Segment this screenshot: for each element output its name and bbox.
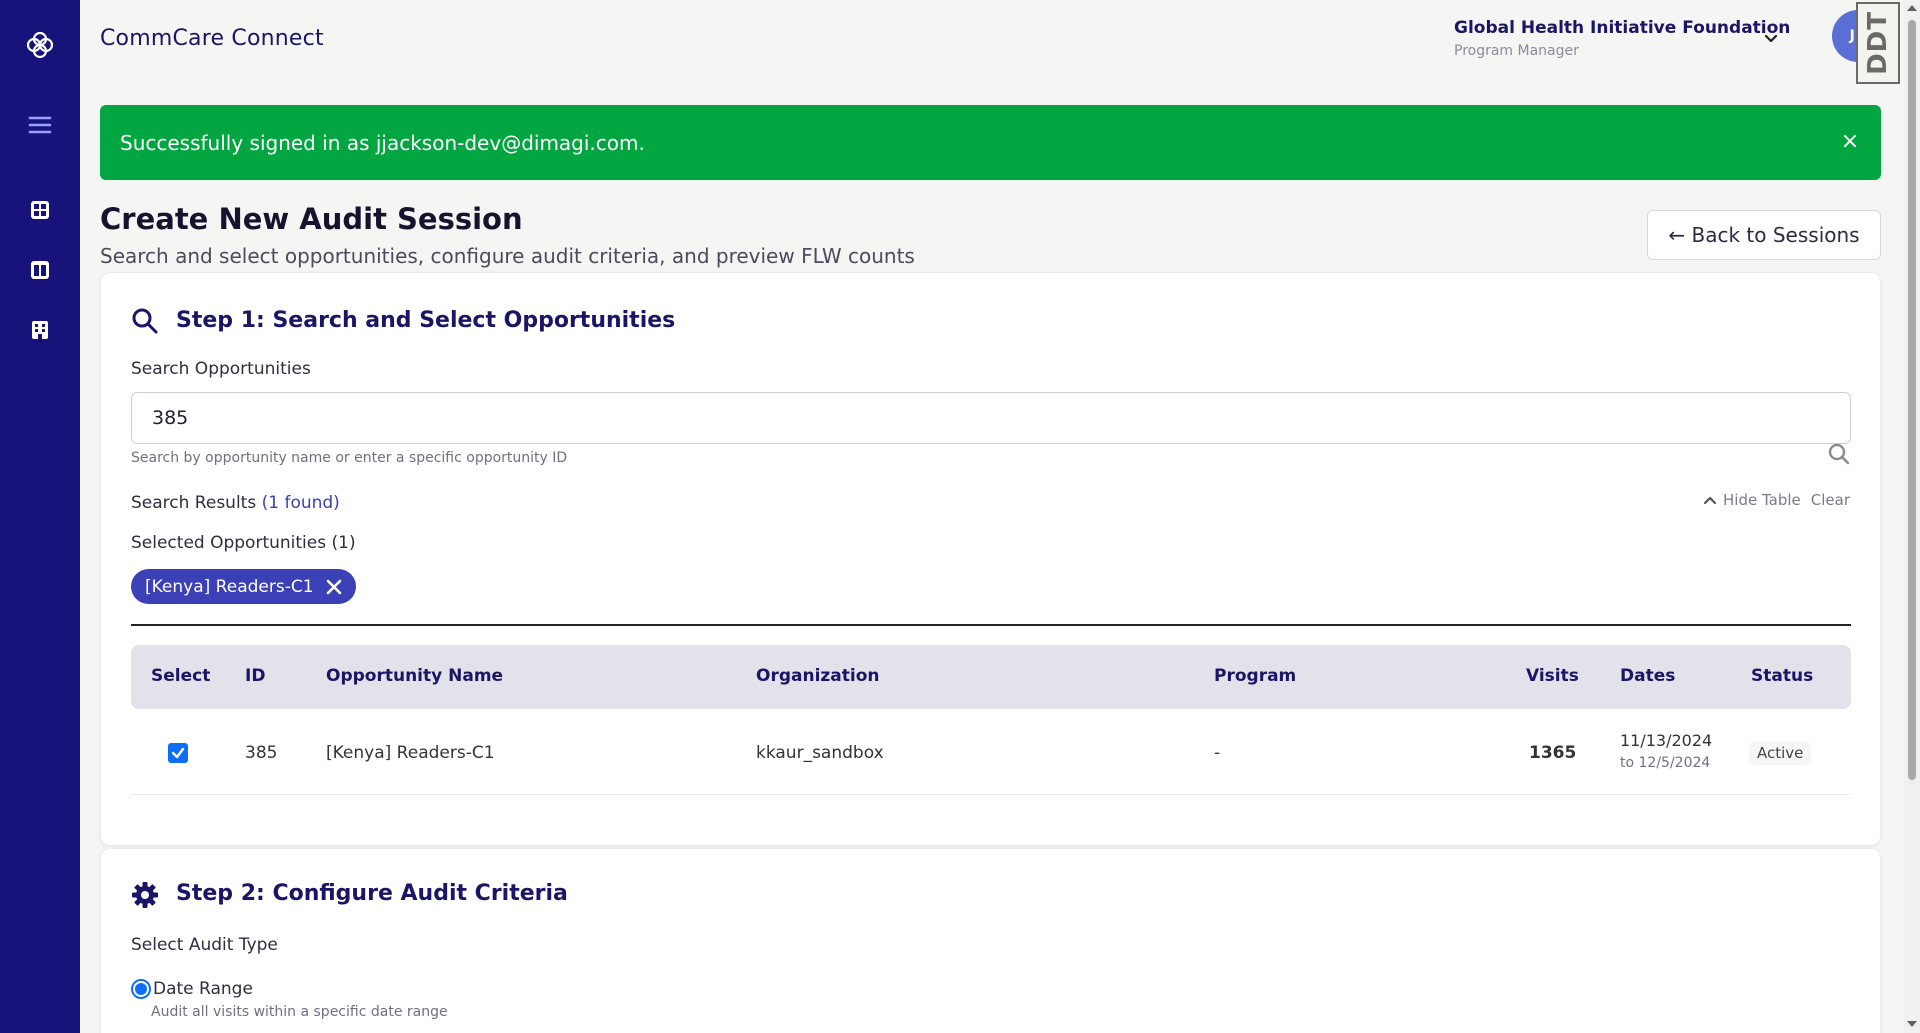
ddt-badge[interactable]: DDT	[1856, 2, 1900, 84]
scroll-thumb[interactable]	[1908, 20, 1916, 780]
hide-table-label: Hide Table	[1723, 491, 1801, 509]
status-badge: Active	[1749, 741, 1812, 765]
column-header-organization: Organization	[756, 666, 880, 686]
selected-opportunities-label: Selected Opportunities (1)	[131, 533, 356, 553]
selected-opportunity-chip: [Kenya] Readers-C1	[131, 569, 356, 604]
date-range-option-label[interactable]: Date Range	[153, 979, 253, 999]
clear-button[interactable]: Clear	[1811, 491, 1850, 509]
org-name: Global Health Initiative Foundation	[1454, 18, 1791, 38]
app-brand[interactable]: CommCare Connect	[100, 26, 324, 51]
back-to-sessions-button[interactable]: ← Back to Sessions	[1647, 210, 1881, 260]
hide-table-button[interactable]: Hide Table	[1703, 491, 1801, 509]
building-icon[interactable]	[25, 315, 55, 345]
step2-card: Step 2: Configure Audit Criteria Select …	[100, 848, 1881, 1033]
column-header-select: Select	[151, 666, 211, 686]
search-input[interactable]	[131, 392, 1851, 444]
cell-visits: 1365	[1529, 743, 1577, 763]
search-results-label: Search Results (1 found)	[131, 493, 340, 513]
column-header-dates: Dates	[1620, 666, 1676, 686]
column-header-id: ID	[245, 666, 266, 686]
sidebar	[0, 0, 80, 1033]
audit-type-label: Select Audit Type	[131, 935, 278, 955]
menu-icon[interactable]	[25, 110, 55, 140]
chip-label: [Kenya] Readers-C1	[145, 576, 314, 597]
step1-card: Step 1: Search and Select Opportunities …	[100, 272, 1881, 846]
success-alert: Successfully signed in as jjackson-dev@d…	[100, 105, 1881, 180]
step2-title: Step 2: Configure Audit Criteria	[176, 881, 568, 906]
check-icon	[171, 747, 185, 759]
search-label: Search Opportunities	[131, 359, 311, 379]
table-header: Select ID Opportunity Name Organization …	[131, 645, 1851, 709]
date-range-radio[interactable]	[131, 979, 151, 999]
table-row[interactable]: 385 [Kenya] Readers-C1 kkaur_sandbox - 1…	[131, 715, 1851, 795]
cell-program: -	[1214, 743, 1221, 763]
cell-date-start: 11/13/2024	[1620, 731, 1713, 750]
cell-id: 385	[245, 743, 278, 763]
alert-message: Successfully signed in as jjackson-dev@d…	[120, 130, 645, 155]
org-switcher[interactable]: Global Health Initiative Foundation Prog…	[1454, 18, 1790, 59]
dashboard-grid-icon[interactable]	[25, 195, 55, 225]
ddt-badge-label: DDT	[1863, 11, 1893, 75]
gear-icon	[131, 881, 159, 909]
close-icon[interactable]: ×	[1837, 129, 1863, 155]
column-header-program: Program	[1214, 666, 1297, 686]
remove-chip-icon[interactable]	[326, 579, 342, 595]
results-count: (1 found)	[261, 493, 340, 513]
search-hint: Search by opportunity name or enter a sp…	[131, 450, 568, 466]
divider	[131, 624, 1851, 626]
org-role: Program Manager	[1454, 43, 1579, 59]
column-header-opportunity-name: Opportunity Name	[326, 666, 504, 686]
results-label: Search Results	[131, 493, 257, 513]
radio-selected-dot	[135, 983, 147, 995]
cell-opportunity-name: [Kenya] Readers-C1	[326, 743, 495, 763]
columns-icon[interactable]	[25, 255, 55, 285]
column-header-visits: Visits	[1526, 666, 1579, 686]
column-header-status: Status	[1751, 666, 1814, 686]
page-subtitle: Search and select opportunities, configu…	[100, 244, 915, 268]
table-actions: Hide Table Clear	[1703, 491, 1850, 509]
search-submit-icon[interactable]	[1827, 442, 1851, 466]
page-scrollbar[interactable]	[1904, 0, 1920, 1033]
search-icon	[131, 307, 159, 335]
scroll-down-arrow-icon[interactable]	[1906, 1018, 1918, 1030]
cell-organization: kkaur_sandbox	[756, 743, 884, 763]
logo-icon[interactable]	[25, 30, 55, 60]
chevron-down-icon[interactable]	[1762, 30, 1780, 48]
chevron-up-icon	[1703, 496, 1717, 505]
cell-date-end: to 12/5/2024	[1620, 755, 1711, 771]
date-range-option-desc: Audit all visits within a specific date …	[151, 1004, 448, 1020]
row-select-checkbox[interactable]	[168, 743, 188, 763]
scroll-up-arrow-icon[interactable]	[1906, 2, 1918, 14]
step1-title: Step 1: Search and Select Opportunities	[176, 308, 676, 333]
page-title: Create New Audit Session	[100, 202, 523, 236]
